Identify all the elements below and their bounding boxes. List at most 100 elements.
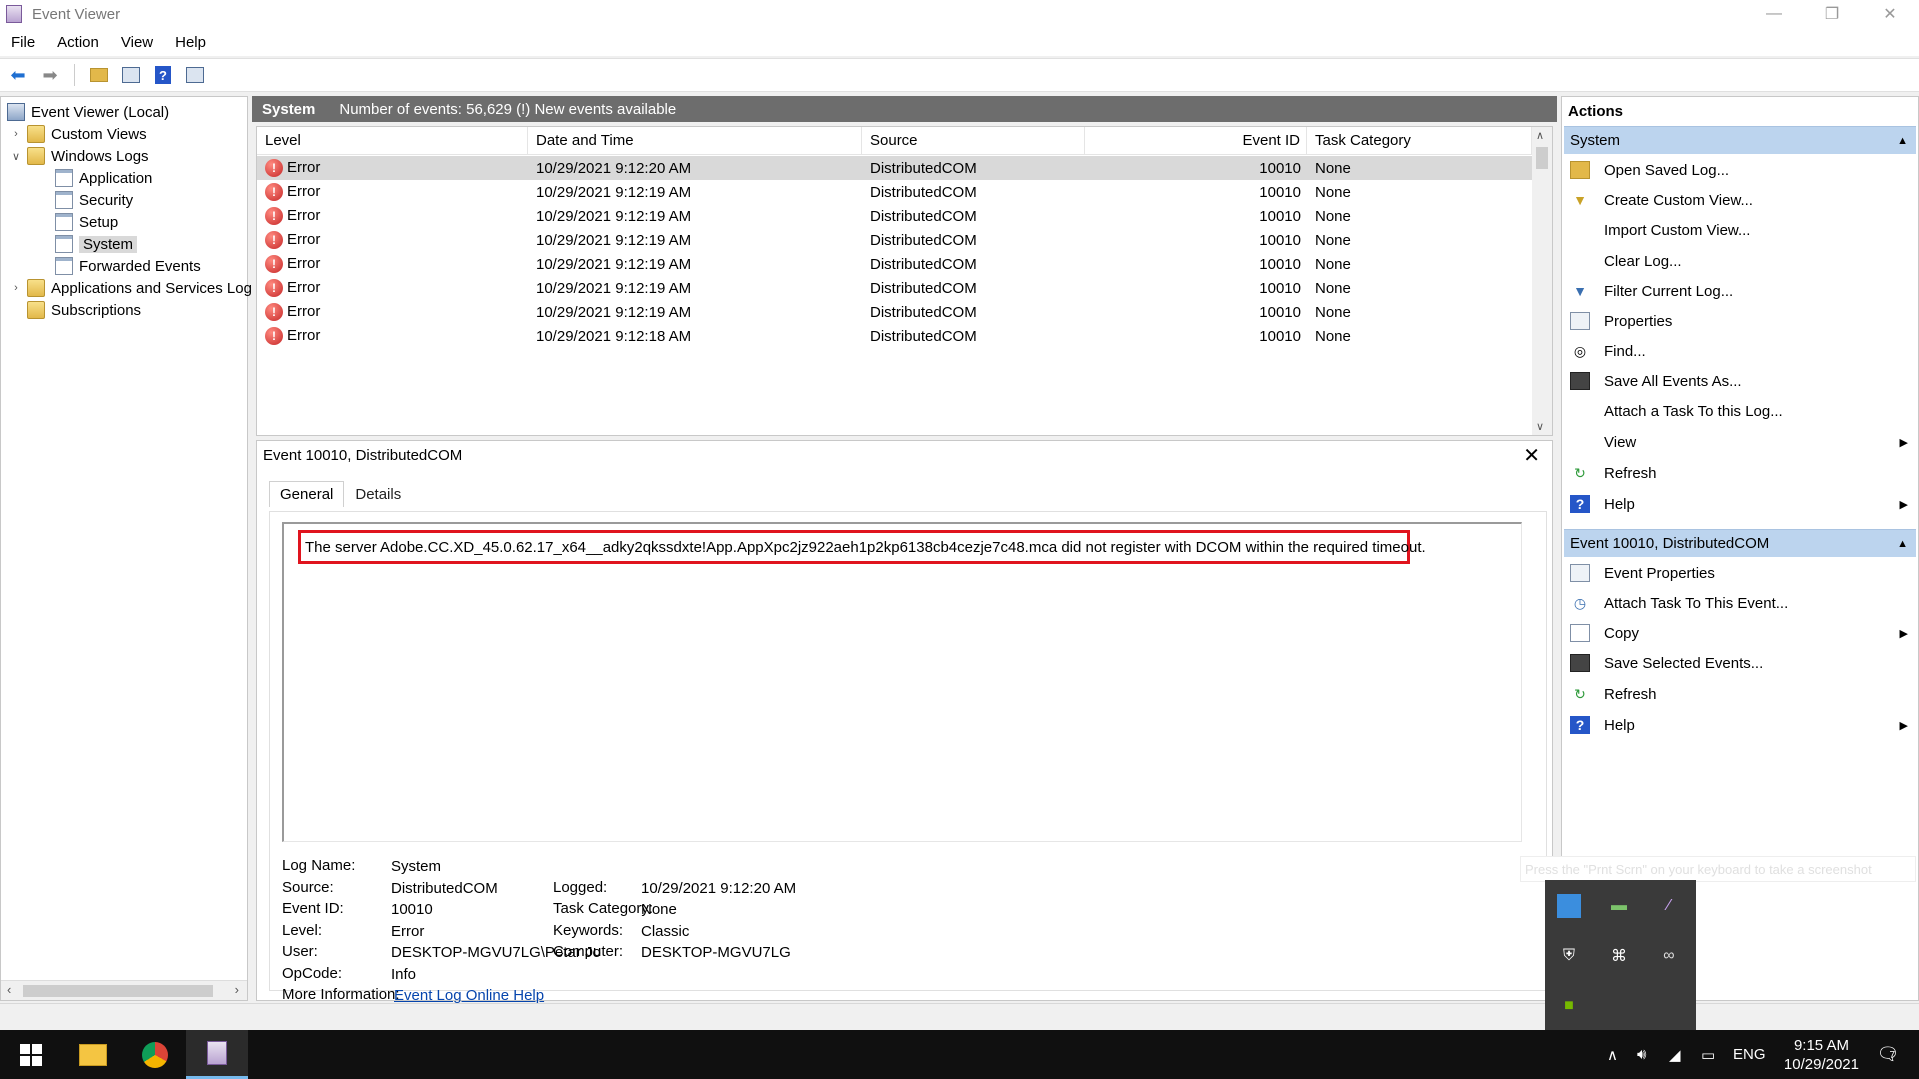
show-hide-tree-icon[interactable] xyxy=(119,63,143,87)
action-clear-log[interactable]: Clear Log... xyxy=(1570,248,1914,274)
back-arrow-icon[interactable]: ⬅ xyxy=(6,63,30,87)
close-detail-icon[interactable]: ✕ xyxy=(1523,443,1540,468)
table-row[interactable]: ! Error 10/29/2021 9:12:19 AM Distributed… xyxy=(257,204,1532,228)
scroll-up-icon[interactable]: ∧ xyxy=(1536,129,1544,142)
tray-cloud-icon[interactable]: ∞ xyxy=(1657,944,1681,968)
action-filter-current-log[interactable]: ▼ Filter Current Log... xyxy=(1570,278,1914,304)
restore-button[interactable]: ❐ xyxy=(1803,0,1861,28)
menu-file[interactable]: File xyxy=(0,34,46,51)
table-row[interactable]: ! Error 10/29/2021 9:12:19 AM Distributed… xyxy=(257,300,1532,324)
action-refresh-event[interactable]: ↻ Refresh xyxy=(1570,681,1914,707)
clock[interactable]: 9:15 AM 10/29/2021 xyxy=(1784,1036,1859,1074)
action-create-custom-view[interactable]: ▼ Create Custom View... xyxy=(1570,187,1914,213)
tree-item-custom-views[interactable]: › Custom Views xyxy=(9,123,147,145)
action-save-selected-events[interactable]: Save Selected Events... xyxy=(1570,650,1914,676)
actions-section-system[interactable]: System ▲ xyxy=(1564,126,1916,154)
screenshot-hint-tooltip: Press the "Prnt Scrn" on your keyboard t… xyxy=(1520,856,1916,882)
action-attach-task-event[interactable]: ◷ Attach Task To This Event... xyxy=(1570,590,1914,616)
show-hidden-icons-button[interactable]: ∧ xyxy=(1607,1030,1618,1079)
up-folder-icon[interactable] xyxy=(87,63,111,87)
language-indicator[interactable]: ENG xyxy=(1733,1030,1766,1079)
save-icon xyxy=(1570,654,1590,672)
table-row[interactable]: ! Error 10/29/2021 9:12:18 AM Distributed… xyxy=(257,324,1532,348)
tree-item-forwarded-events[interactable]: Forwarded Events xyxy=(55,255,201,277)
minimize-button[interactable]: — xyxy=(1745,0,1803,28)
tree-item-system[interactable]: System xyxy=(55,233,138,255)
tree-item-windows-logs[interactable]: ∨ Windows Logs xyxy=(9,145,149,167)
tree-horizontal-scrollbar[interactable]: ‹ › xyxy=(1,980,247,1000)
collapse-arrow-icon[interactable]: ∨ xyxy=(9,150,23,163)
column-task-category[interactable]: Task Category xyxy=(1307,127,1532,155)
submenu-arrow-icon: ▶ xyxy=(1899,436,1908,449)
tray-nvidia-icon[interactable]: ■ xyxy=(1557,994,1581,1018)
tree-item-apps-services[interactable]: › Applications and Services Log xyxy=(9,277,252,299)
menu-action[interactable]: Action xyxy=(46,34,110,51)
refresh-icon: ↻ xyxy=(1574,464,1586,481)
tray-slack-icon[interactable]: ⌘ xyxy=(1607,944,1631,968)
tree-item-root[interactable]: Event Viewer (Local) xyxy=(7,101,169,123)
table-row[interactable]: ! Error 10/29/2021 9:12:19 AM Distributed… xyxy=(257,276,1532,300)
menu-help[interactable]: Help xyxy=(164,34,217,51)
tree-item-security[interactable]: Security xyxy=(55,189,133,211)
action-find[interactable]: ◎ Find... xyxy=(1570,338,1914,364)
tree-item-application[interactable]: Application xyxy=(55,167,152,189)
tab-general[interactable]: General xyxy=(269,481,345,507)
action-refresh[interactable]: ↻ Refresh xyxy=(1570,460,1914,486)
properties-icon xyxy=(1570,564,1590,582)
event-message-box[interactable]: The server Adobe.CC.XD_45.0.62.17_x64__a… xyxy=(282,522,1522,842)
help-icon[interactable]: ? xyxy=(151,63,175,87)
table-row[interactable]: ! Error 10/29/2021 9:12:19 AM Distributed… xyxy=(257,180,1532,204)
taskbar-event-viewer[interactable] xyxy=(186,1030,248,1079)
actions-section-event[interactable]: Event 10010, DistributedCOM ▲ xyxy=(1564,529,1916,557)
notification-count: 7 xyxy=(1889,1050,1895,1061)
column-event-id[interactable]: Event ID xyxy=(1085,127,1307,155)
action-help[interactable]: ? Help ▶ xyxy=(1570,491,1914,517)
forward-arrow-icon[interactable]: ➡ xyxy=(38,63,62,87)
action-help-event[interactable]: ? Help ▶ xyxy=(1570,712,1914,738)
taskbar-file-explorer[interactable] xyxy=(62,1030,124,1079)
scroll-left-icon[interactable]: ‹ xyxy=(7,982,11,997)
action-attach-task-log[interactable]: Attach a Task To this Log... xyxy=(1570,398,1914,424)
scroll-down-icon[interactable]: ∨ xyxy=(1536,420,1544,433)
action-open-saved-log[interactable]: Open Saved Log... xyxy=(1570,157,1914,183)
action-event-properties[interactable]: Event Properties xyxy=(1570,560,1914,586)
tree-item-subscriptions[interactable]: Subscriptions xyxy=(27,299,141,321)
tray-pen-icon[interactable]: ∕ xyxy=(1657,894,1681,918)
expand-arrow-icon[interactable]: › xyxy=(9,128,23,140)
log-icon xyxy=(55,257,73,275)
collapse-section-icon[interactable]: ▲ xyxy=(1897,135,1908,147)
wifi-icon[interactable]: ◢ xyxy=(1669,1030,1681,1079)
tab-details[interactable]: Details xyxy=(344,481,413,507)
action-properties[interactable]: Properties xyxy=(1570,308,1914,334)
start-button[interactable] xyxy=(0,1030,62,1079)
menu-view[interactable]: View xyxy=(110,34,164,51)
volume-icon[interactable]: 🔊︎ xyxy=(1637,1030,1646,1079)
close-button[interactable]: ✕ xyxy=(1861,0,1919,28)
table-row[interactable]: ! Error 10/29/2021 9:12:19 AM Distributed… xyxy=(257,228,1532,252)
submenu-arrow-icon: ▶ xyxy=(1899,627,1908,640)
event-log-online-help-link[interactable]: Event Log Online Help xyxy=(394,987,544,1004)
battery-icon[interactable]: ▭ xyxy=(1701,1030,1715,1079)
action-import-custom-view[interactable]: Import Custom View... xyxy=(1570,217,1914,243)
column-source[interactable]: Source xyxy=(862,127,1085,155)
column-level[interactable]: Level xyxy=(257,127,528,155)
table-row[interactable]: ! Error 10/29/2021 9:12:19 AM Distributed… xyxy=(257,252,1532,276)
action-view[interactable]: View ▶ xyxy=(1570,429,1914,455)
column-date-time[interactable]: Date and Time xyxy=(528,127,862,155)
tree-item-setup[interactable]: Setup xyxy=(55,211,118,233)
collapse-section-icon[interactable]: ▲ xyxy=(1897,538,1908,550)
action-copy[interactable]: Copy ▶ xyxy=(1570,620,1914,646)
action-save-all-events[interactable]: Save All Events As... xyxy=(1570,368,1914,394)
tray-app-icon[interactable] xyxy=(1557,894,1581,918)
taskbar-chrome[interactable] xyxy=(124,1030,186,1079)
scroll-right-icon[interactable]: › xyxy=(235,982,239,997)
table-row[interactable]: ! Error 10/29/2021 9:12:20 AM Distributed… xyxy=(257,156,1532,180)
scroll-thumb[interactable] xyxy=(23,985,213,997)
show-hide-action-pane-icon[interactable] xyxy=(183,63,207,87)
scroll-thumb[interactable] xyxy=(1536,147,1548,169)
tray-shield-icon[interactable]: ⛨ xyxy=(1557,944,1581,968)
expand-arrow-icon[interactable]: › xyxy=(9,282,23,294)
tray-network-icon[interactable]: ▬ xyxy=(1607,894,1631,918)
notification-center-icon[interactable]: 🗨︎7 xyxy=(1877,1044,1905,1065)
table-vertical-scrollbar[interactable]: ∧ ∨ xyxy=(1532,127,1552,435)
